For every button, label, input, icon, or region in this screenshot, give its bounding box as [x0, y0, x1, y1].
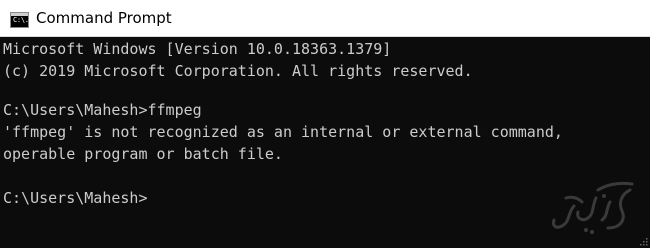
console-line: operable program or batch file.	[3, 145, 283, 163]
console-output[interactable]: Microsoft Windows [Version 10.0.18363.13…	[0, 37, 650, 248]
console-line: Microsoft Windows [Version 10.0.18363.13…	[3, 40, 392, 58]
cmd-app-icon[interactable]: C:\.	[10, 12, 29, 28]
console-prompt-line: C:\Users\Mahesh>	[3, 189, 148, 207]
console-line: (c) 2019 Microsoft Corporation. All righ…	[3, 62, 473, 80]
title-bar[interactable]: C:\. Command Prompt	[0, 0, 650, 37]
resize-grip-icon[interactable]	[640, 238, 648, 246]
cmd-icon-text: C:\.	[13, 16, 29, 24]
window-title: Command Prompt	[36, 9, 172, 27]
console-line: 'ffmpeg' is not recognized as an interna…	[3, 123, 563, 141]
command-prompt-window: C:\. Command Prompt Microsoft Windows [V…	[0, 0, 650, 248]
console-line: C:\Users\Mahesh>ffmpeg	[3, 101, 202, 119]
logo-watermark-icon	[552, 181, 634, 234]
